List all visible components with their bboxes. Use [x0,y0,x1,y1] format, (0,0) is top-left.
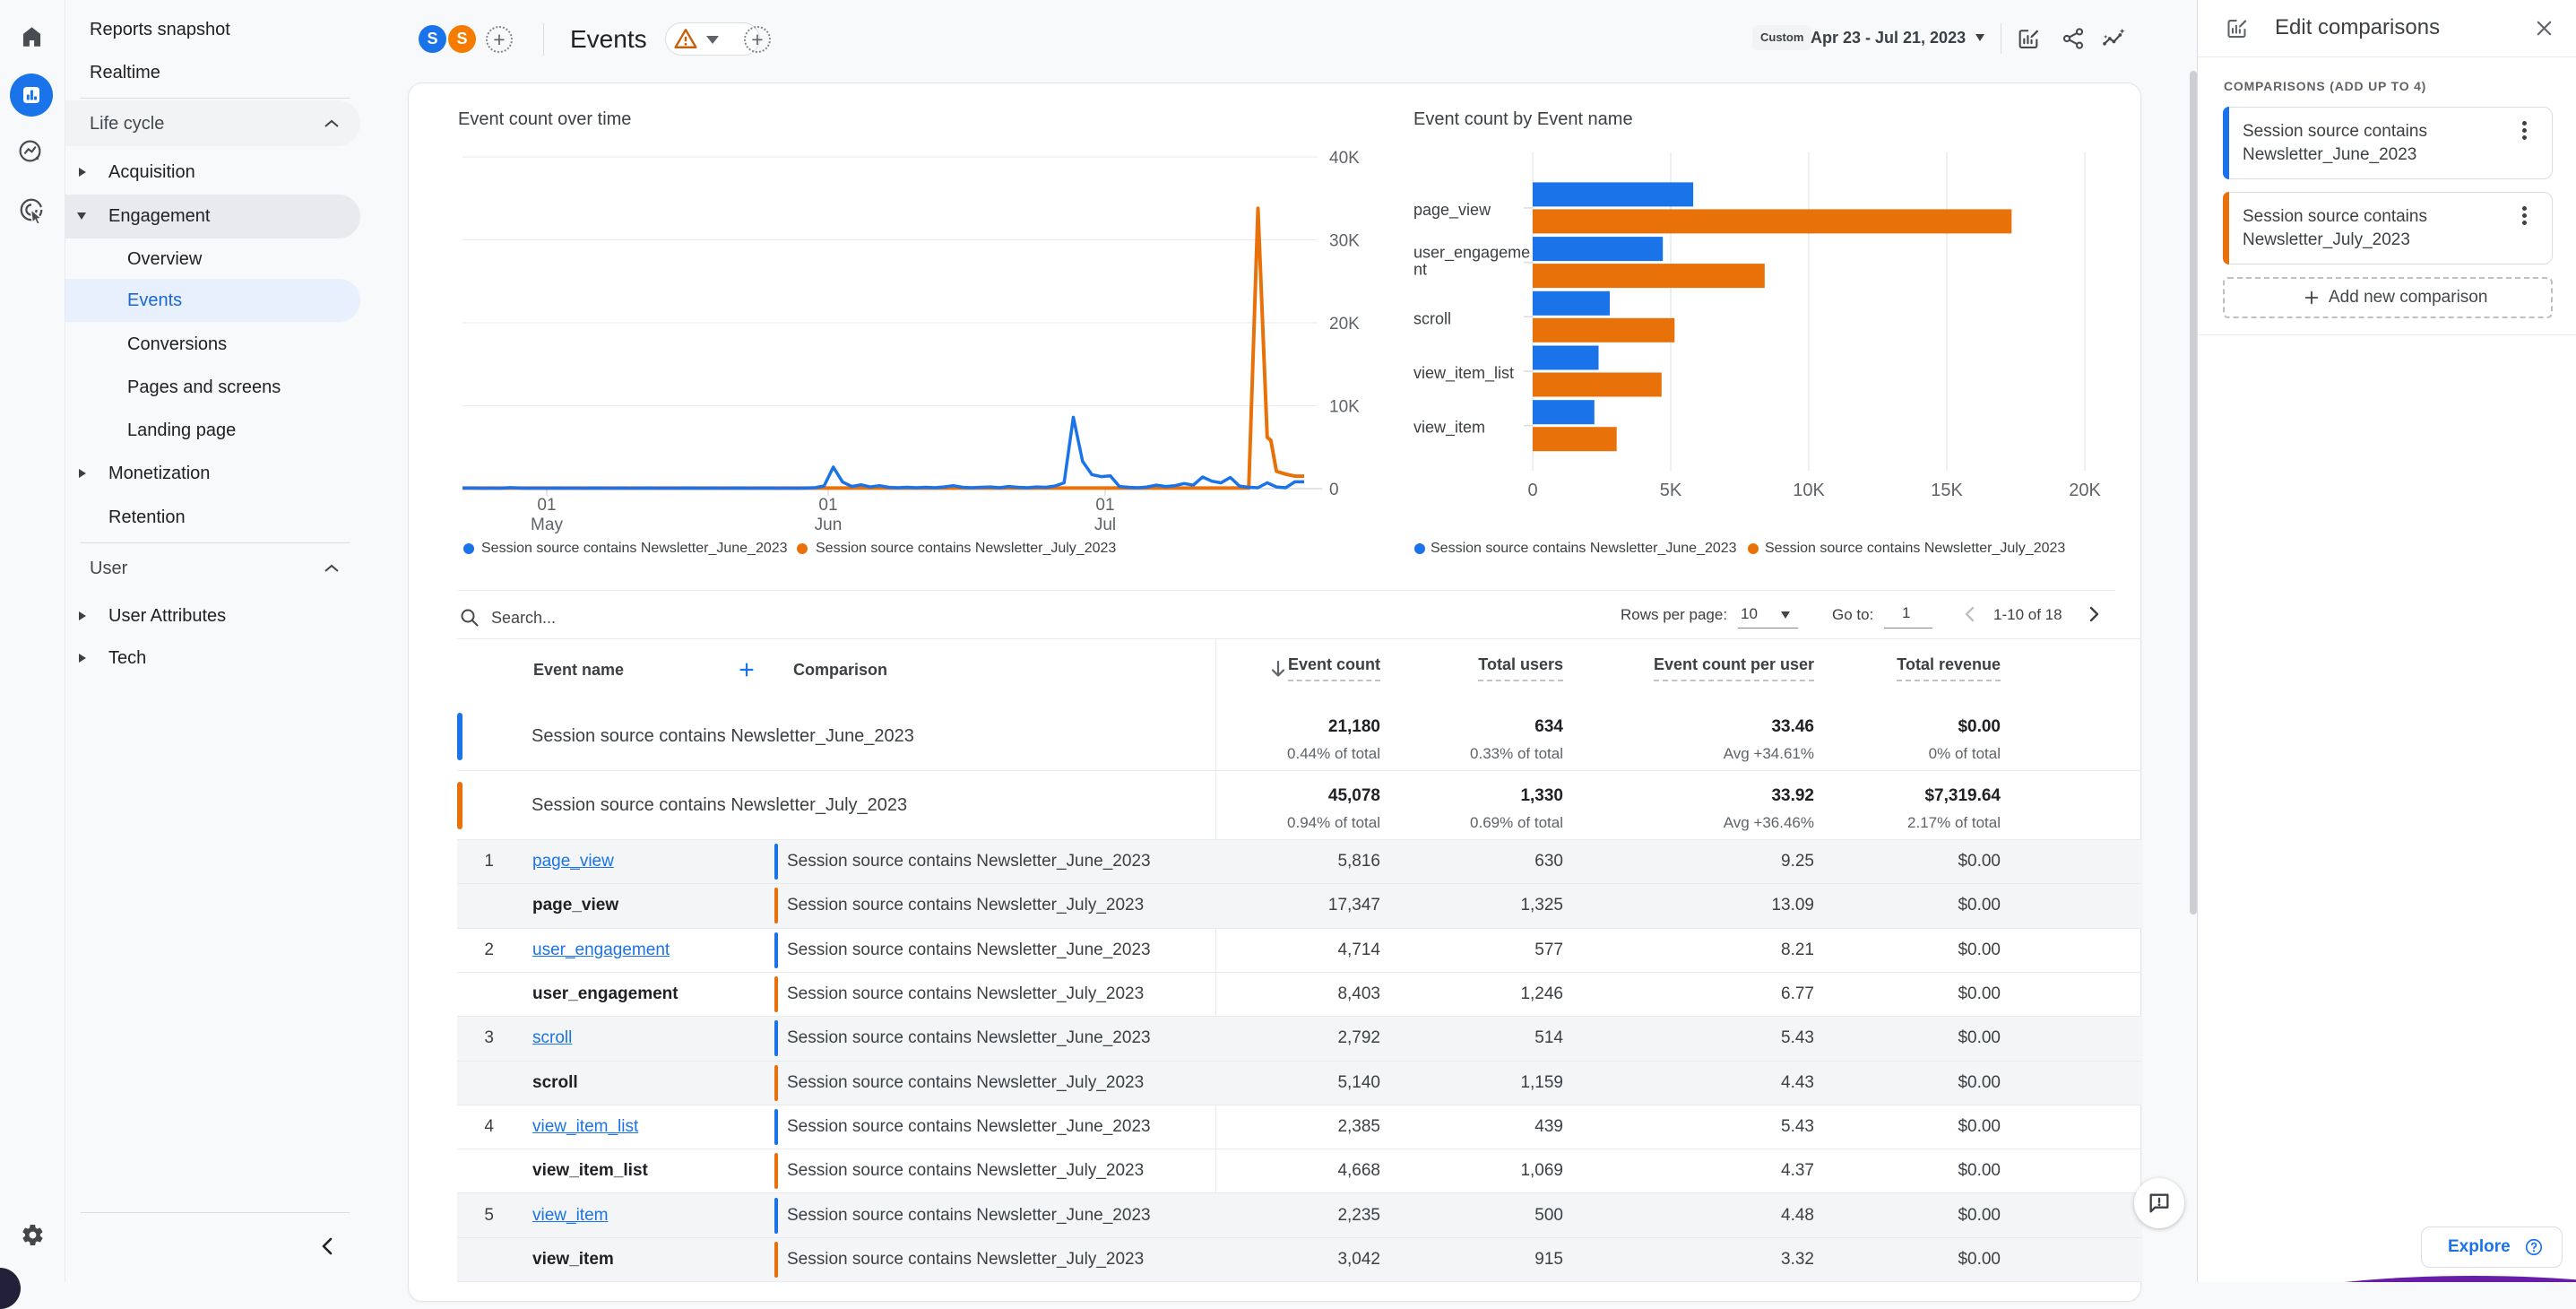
svg-text:40K: 40K [1329,149,1360,168]
svg-text:5K: 5K [1660,481,1682,500]
svg-text:20K: 20K [1329,315,1360,334]
svg-text:10K: 10K [1329,398,1360,417]
svg-text:Jun: Jun [815,516,843,534]
svg-text:0: 0 [1329,481,1339,499]
svg-text:May: May [531,516,563,534]
svg-text:20K: 20K [2069,481,2101,500]
svg-text:scroll: scroll [1413,309,1451,327]
svg-text:0: 0 [1527,481,1537,500]
svg-text:user_engageme: user_engageme [1413,244,1530,263]
svg-text:Jul: Jul [1094,516,1116,534]
svg-text:page_view: page_view [1413,201,1491,220]
svg-text:01: 01 [1095,496,1114,515]
svg-text:view_item: view_item [1413,419,1485,438]
svg-text:30K: 30K [1329,232,1360,251]
svg-text:01: 01 [537,496,556,515]
svg-text:view_item_list: view_item_list [1413,364,1514,383]
svg-text:nt: nt [1413,261,1427,279]
svg-text:10K: 10K [1793,481,1825,500]
svg-text:15K: 15K [1931,481,1963,500]
svg-text:01: 01 [818,496,837,515]
